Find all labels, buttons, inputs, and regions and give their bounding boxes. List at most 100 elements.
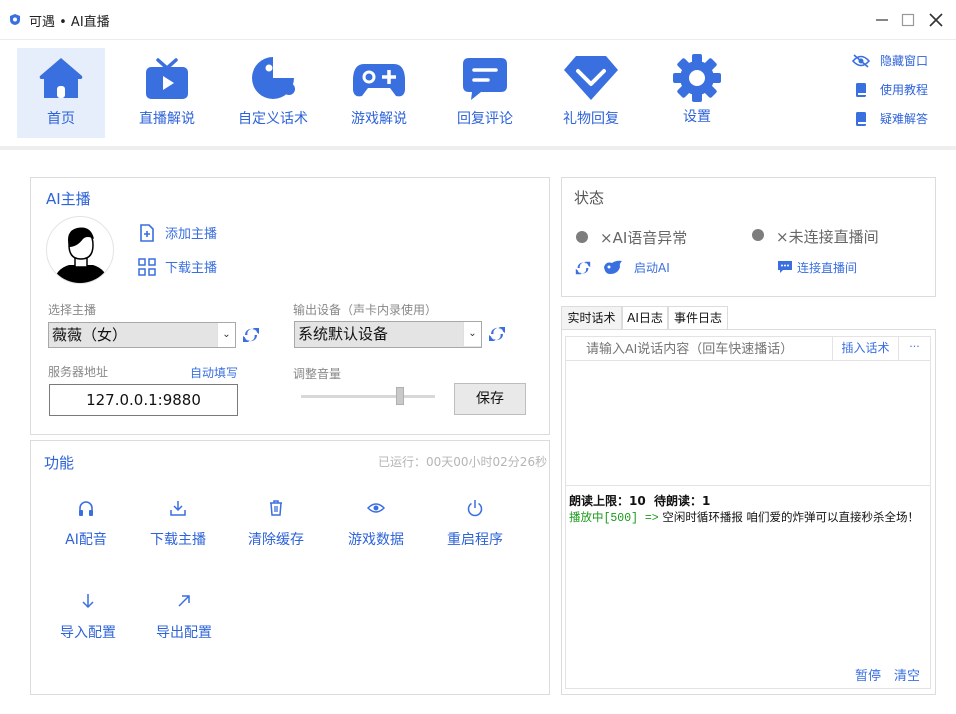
nav-home[interactable]: 首页 <box>17 48 105 138</box>
nav-custom-script[interactable]: 自定义话术 <box>230 48 316 138</box>
download-anchor-link[interactable]: 下载主播 <box>137 257 217 277</box>
start-ai-label: 启动AI <box>634 261 670 275</box>
clear-button[interactable]: 清空 <box>894 665 920 684</box>
anchor-select[interactable]: 薇薇（女） ⌄ <box>48 322 236 348</box>
gift-chevron-icon <box>564 56 618 100</box>
chat-icon <box>778 261 792 273</box>
clear-cache-button[interactable]: 清除缓存 <box>236 499 316 549</box>
headphones-icon <box>79 501 93 516</box>
pacman-icon <box>252 57 295 99</box>
home-icon <box>39 58 83 98</box>
nav-home-label: 首页 <box>47 111 75 127</box>
avatar <box>46 216 114 284</box>
live-status-text: ×未连接直播间 <box>776 228 879 246</box>
volume-slider-thumb[interactable] <box>396 387 404 405</box>
tutorial-link[interactable]: 使用教程 <box>852 81 952 98</box>
nav-game-commentary-label: 游戏解说 <box>351 111 407 127</box>
close-icon <box>929 13 943 27</box>
select-anchor-label: 选择主播 <box>48 303 97 317</box>
live-status-dot <box>752 229 764 241</box>
hide-window-link[interactable]: 隐藏窗口 <box>851 52 952 69</box>
arrow-up-right-icon <box>178 595 190 607</box>
pause-button[interactable]: 暂停 <box>855 665 881 684</box>
insert-script-button[interactable]: 插入话术 <box>832 337 898 360</box>
nav-live-commentary[interactable]: 直播解说 <box>124 48 210 138</box>
download-anchor-button[interactable]: 下载主播 <box>138 499 218 549</box>
output-device-select[interactable]: 系统默认设备 ⌄ <box>294 321 482 348</box>
game-data-button[interactable]: 游戏数据 <box>336 499 416 549</box>
server-address-input[interactable]: 127.0.0.1:9880 <box>49 384 238 416</box>
ai-anchor-title: AI主播 <box>46 190 91 208</box>
volume-label: 调整音量 <box>293 367 342 381</box>
status-panel: 状态 ×AI语音异常 ×未连接直播间 启动AI 连接直播间 <box>561 177 936 297</box>
maximize-button[interactable] <box>898 10 918 30</box>
nav-reply-comments-label: 回复评论 <box>457 111 513 127</box>
eye-off-icon <box>851 54 871 68</box>
ai-dubbing-button[interactable]: AI配音 <box>46 499 126 549</box>
function-title: 功能 <box>44 454 75 472</box>
nav-divider <box>0 146 956 150</box>
playing-line: 播放中[500] => 空闲时循环播报 咱们爱的炸弹可以直接秒杀全场！ <box>569 509 931 525</box>
gamepad-icon <box>353 64 405 97</box>
chevron-down-icon: ⌄ <box>463 322 481 346</box>
power-icon <box>467 500 483 517</box>
trash-icon <box>270 500 282 516</box>
more-button[interactable]: ··· <box>898 337 930 360</box>
server-address-label: 服务器地址 <box>48 365 109 379</box>
faq-label: 疑难解答 <box>880 112 929 126</box>
book-icon <box>856 112 866 126</box>
chevron-down-icon: ⌄ <box>217 323 235 347</box>
start-ai-button[interactable]: 启动AI <box>602 259 670 277</box>
avatar-portrait-icon <box>53 227 109 283</box>
export-config-button[interactable]: 导出配置 <box>144 592 224 642</box>
add-anchor-label: 添加主播 <box>165 227 218 242</box>
nav-gift-reply-label: 礼物回复 <box>563 111 619 127</box>
playing-prefix: 播放中[500] => <box>569 512 659 525</box>
auto-fill-link[interactable]: 自动填写 <box>190 364 238 381</box>
nav-game-commentary[interactable]: 游戏解说 <box>336 48 422 138</box>
nav-gift-reply[interactable]: 礼物回复 <box>548 48 634 138</box>
tab-realtime-script[interactable]: 实时话术 <box>561 306 622 330</box>
tutorial-label: 使用教程 <box>880 83 929 97</box>
hide-window-label: 隐藏窗口 <box>880 54 929 68</box>
save-button[interactable]: 保存 <box>454 383 526 415</box>
import-config-label: 导入配置 <box>60 625 116 641</box>
volume-slider[interactable] <box>301 387 435 405</box>
script-input-bar: 插入话术 ··· <box>565 336 931 361</box>
bird-icon <box>604 260 622 274</box>
voice-status-dot <box>576 231 588 243</box>
nav-reply-comments[interactable]: 回复评论 <box>442 48 528 138</box>
status-title: 状态 <box>574 189 605 207</box>
faq-link[interactable]: 疑难解答 <box>852 110 952 127</box>
read-limit-text: 朗读上限：10 待朗读：1 <box>569 494 711 508</box>
anchor-select-value: 薇薇（女） <box>52 326 128 344</box>
add-anchor-link[interactable]: 添加主播 <box>137 223 217 243</box>
grid-apps-icon <box>138 258 156 276</box>
refresh-status-icon[interactable] <box>574 259 592 277</box>
minimize-button[interactable] <box>872 10 892 30</box>
ai-anchor-panel: AI主播 添加主播 下载主播 选择主播 薇薇（女） ⌄ 输出设备（声卡内录使用） <box>30 177 550 435</box>
connect-live-label: 连接直播间 <box>797 261 858 275</box>
connect-live-button[interactable]: 连接直播间 <box>777 259 857 276</box>
book-icon <box>856 83 866 97</box>
import-config-button[interactable]: 导入配置 <box>48 592 128 642</box>
top-nav: 首页 直播解说 自定义话术 游戏解说 回复评论 礼物回复 设置 隐藏窗口 使用教… <box>0 40 956 146</box>
nav-custom-script-label: 自定义话术 <box>238 111 308 127</box>
function-panel: 功能 已运行：00天00小时02分26秒 AI配音 下载主播 清除缓存 游戏数据 <box>30 440 550 695</box>
app-logo-icon <box>10 14 20 25</box>
game-data-label: 游戏数据 <box>348 532 404 548</box>
insert-script-label: 插入话术 <box>841 341 890 355</box>
tab-event-log[interactable]: 事件日志 <box>668 306 728 330</box>
log-divider <box>566 485 930 486</box>
add-file-icon <box>140 224 154 242</box>
nav-settings[interactable]: 设置 <box>654 48 740 138</box>
script-input[interactable] <box>566 337 832 360</box>
close-button[interactable] <box>926 10 946 30</box>
eye-icon <box>367 503 385 513</box>
download-icon <box>170 501 186 516</box>
clear-cache-label: 清除缓存 <box>248 532 304 548</box>
tab-ai-log[interactable]: AI日志 <box>622 306 668 330</box>
refresh-device-icon[interactable] <box>487 324 507 344</box>
refresh-anchor-icon[interactable] <box>241 325 261 345</box>
restart-program-button[interactable]: 重启程序 <box>435 499 515 549</box>
